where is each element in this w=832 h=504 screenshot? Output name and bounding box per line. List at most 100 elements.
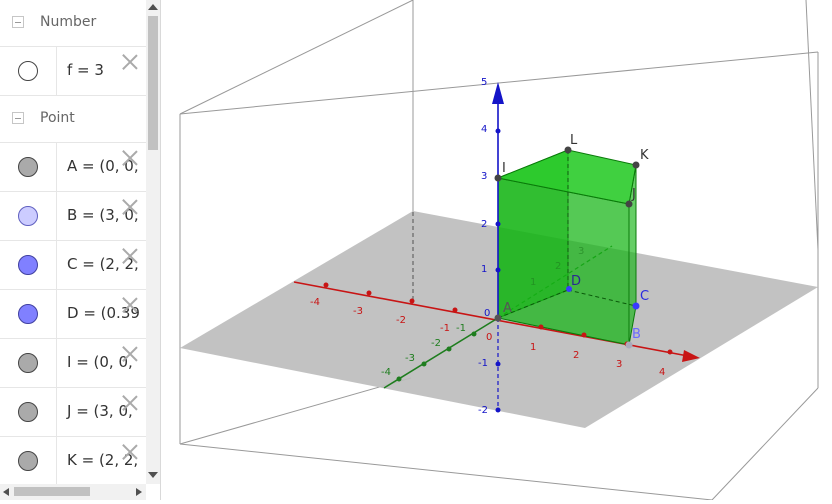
group-title: Point — [40, 110, 75, 126]
x-tick-dot — [667, 349, 673, 355]
z-tick-dot — [495, 128, 501, 134]
algebra-item-f[interactable]: f = 3 — [0, 47, 146, 96]
algebra-item-J[interactable]: J = (3, 0, — [0, 388, 146, 437]
prism — [496, 149, 637, 346]
visibility-toggle-icon[interactable] — [18, 61, 38, 81]
x-tick-label: -1 — [440, 323, 450, 334]
algebra-item-C[interactable]: C = (2, 2, — [0, 241, 146, 290]
divider — [56, 339, 57, 387]
delete-icon[interactable] — [122, 54, 138, 70]
algebra-item-I[interactable]: I = (0, 0, — [0, 339, 146, 388]
visibility-toggle-icon[interactable] — [18, 206, 38, 226]
z-tick-dot — [495, 267, 501, 273]
clipping-box-edge — [179, 377, 412, 445]
delete-icon[interactable] — [122, 150, 138, 166]
delete-icon[interactable] — [122, 297, 138, 313]
algebra-item-A[interactable]: A = (0, 0, — [0, 143, 146, 192]
algebra-item-K[interactable]: K = (2, 2, — [0, 437, 146, 484]
divider — [56, 388, 57, 436]
x-tick-dot — [452, 307, 458, 313]
x-tick-label: -4 — [310, 297, 320, 308]
algebra-item-B[interactable]: B = (3, 0, — [0, 192, 146, 241]
y-tick-dot — [471, 331, 477, 337]
point-I[interactable] — [494, 174, 502, 182]
group-header-point[interactable]: Point — [0, 96, 146, 143]
z-tick-label: 3 — [481, 171, 487, 182]
algebra-item-expression[interactable]: f = 3 — [67, 61, 104, 79]
z-tick-label: 1 — [481, 264, 487, 275]
divider — [56, 290, 57, 338]
y-tick-label: 3 — [578, 246, 584, 257]
clipping-box-back — [179, 0, 414, 115]
x-tick-dot — [538, 324, 544, 330]
horizontal-scrollbar-thumb[interactable] — [14, 487, 90, 496]
divider — [56, 437, 57, 484]
visibility-toggle-icon[interactable] — [18, 353, 38, 373]
x-tick-label: 2 — [573, 350, 579, 361]
graphics-3d-view[interactable]: -4 -3 -2 -1 0 1 2 3 4 -4 -3 -2 -1 1 2 3 … — [161, 0, 832, 501]
algebra-list: Number f = 3 Point A = (0, 0, B = (3, 0, — [0, 0, 146, 484]
clipping-box-edge — [711, 387, 819, 501]
point-K[interactable] — [632, 161, 640, 169]
y-tick-label: 1 — [530, 277, 536, 288]
delete-icon[interactable] — [122, 444, 138, 460]
delete-icon[interactable] — [122, 248, 138, 264]
scroll-left-icon[interactable] — [3, 488, 9, 496]
y-tick-label: -1 — [456, 323, 466, 334]
point-label-C: C — [640, 289, 649, 304]
divider — [56, 192, 57, 240]
point-label-L: L — [570, 133, 578, 148]
x-tick-dot — [409, 298, 415, 304]
z-tick-label: 5 — [481, 77, 487, 88]
y-tick-dot — [396, 376, 402, 382]
algebra-view: Number f = 3 Point A = (0, 0, B = (3, 0, — [0, 0, 161, 500]
divider — [56, 143, 57, 191]
x-tick-dot — [581, 332, 587, 338]
point-label-I: I — [502, 161, 506, 176]
point-label-A: A — [503, 301, 512, 316]
z-tick-label: -1 — [478, 358, 488, 369]
clipping-box-edge — [179, 51, 819, 115]
z-axis-arrow-icon — [492, 82, 504, 104]
delete-icon[interactable] — [122, 199, 138, 215]
x-tick-label: 0 — [486, 332, 492, 343]
delete-icon[interactable] — [122, 395, 138, 411]
x-tick-label: 4 — [659, 367, 665, 378]
point-C[interactable] — [632, 302, 640, 310]
vertical-scrollbar-thumb[interactable] — [148, 16, 158, 150]
visibility-toggle-icon[interactable] — [18, 255, 38, 275]
group-header-number[interactable]: Number — [0, 0, 146, 47]
delete-icon[interactable] — [122, 346, 138, 362]
z-tick-dot — [495, 221, 501, 227]
point-B[interactable] — [625, 341, 633, 349]
y-tick-label: -2 — [431, 338, 441, 349]
visibility-toggle-icon[interactable] — [18, 451, 38, 471]
visibility-toggle-icon[interactable] — [18, 157, 38, 177]
x-tick-label: 3 — [616, 359, 622, 370]
collapse-icon[interactable] — [12, 112, 24, 124]
visibility-toggle-icon[interactable] — [18, 402, 38, 422]
scroll-right-icon[interactable] — [136, 488, 142, 496]
scroll-up-icon[interactable] — [148, 4, 158, 10]
z-tick-dot — [495, 361, 501, 367]
horizontal-scrollbar[interactable] — [0, 484, 146, 500]
x-tick-label: -3 — [353, 306, 363, 317]
scroll-down-icon[interactable] — [148, 472, 158, 478]
point-label-D: D — [571, 274, 581, 289]
y-tick-label: -3 — [405, 353, 415, 364]
clipping-box-edge — [179, 443, 713, 501]
vertical-scrollbar[interactable] — [146, 0, 160, 484]
point-label-K: K — [640, 148, 649, 163]
prism-face-front — [497, 177, 630, 346]
point-label-B: B — [632, 327, 641, 342]
collapse-icon[interactable] — [12, 16, 24, 28]
x-tick-label: 1 — [530, 342, 536, 353]
divider — [56, 241, 57, 289]
point-A[interactable] — [494, 314, 502, 322]
group-title: Number — [40, 14, 97, 30]
visibility-toggle-icon[interactable] — [18, 304, 38, 324]
y-tick-dot — [446, 346, 452, 352]
y-tick-dot — [421, 361, 427, 367]
x-tick-dot — [323, 282, 329, 288]
algebra-item-D[interactable]: D = (0.39 — [0, 290, 146, 339]
